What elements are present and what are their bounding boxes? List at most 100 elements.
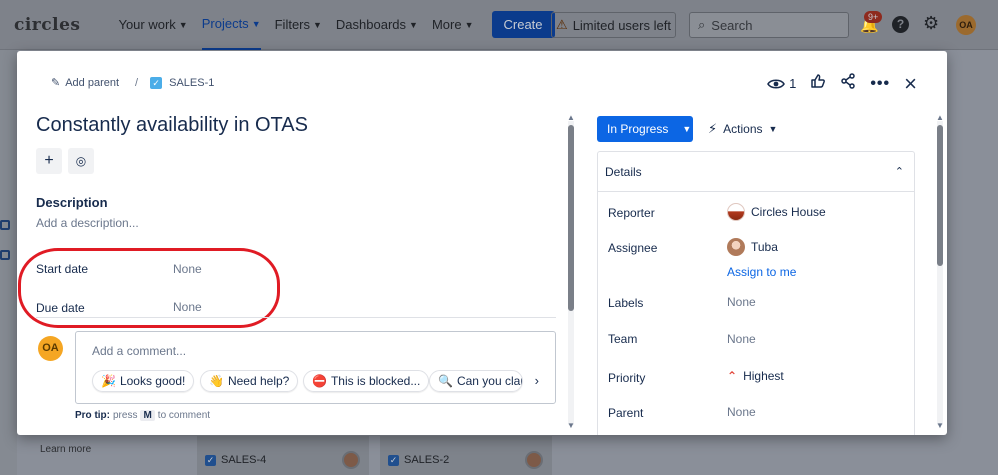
comment-placeholder: Add a comment...: [92, 344, 187, 358]
left-scrollbar[interactable]: ▲ ▼: [566, 113, 576, 433]
actions-dropdown[interactable]: ⚡ Actions ▼: [708, 121, 777, 137]
chip-label: This is blocked...: [330, 374, 421, 388]
scroll-thumb[interactable]: [937, 125, 943, 266]
app-logo[interactable]: circles: [14, 15, 80, 35]
scroll-thumb[interactable]: [568, 125, 574, 311]
status-label: In Progress: [607, 122, 669, 136]
wave-icon: 👋: [209, 374, 224, 388]
watch-button[interactable]: 1: [767, 76, 796, 91]
scroll-down-icon[interactable]: ▼: [567, 421, 575, 430]
protip-label: Pro tip:: [75, 410, 110, 421]
comment-input[interactable]: Add a comment... 🎉 Looks good! 👋 Need help…: [75, 331, 556, 404]
parent-value[interactable]: None: [727, 405, 756, 419]
calendar-icon: [0, 250, 10, 260]
avatar: [525, 451, 543, 469]
details-heading: Details: [605, 164, 642, 179]
project-sidebar: [0, 50, 17, 475]
watchers-count: 1: [789, 76, 797, 91]
breadcrumb: ✎ Add parent / ✓ SALES-1: [51, 76, 214, 89]
card-key: SALES-2: [404, 454, 450, 466]
like-icon[interactable]: [810, 73, 826, 94]
nav-more[interactable]: More ▼: [432, 0, 474, 50]
nav-projects[interactable]: Projects ▼: [201, 0, 261, 50]
chevron-down-icon: ▼: [313, 19, 322, 30]
board-card[interactable]: ✓ SALES-4: [205, 447, 360, 473]
more-options-icon[interactable]: •••: [870, 75, 890, 93]
team-value[interactable]: None: [727, 332, 756, 346]
priority-value[interactable]: ⌃ Highest: [727, 369, 784, 383]
labels-label: Labels: [608, 296, 644, 310]
nav-your-work[interactable]: Your work ▼: [118, 0, 187, 50]
assignee-value[interactable]: Tuba: [727, 238, 778, 256]
help-icon[interactable]: ?: [892, 16, 909, 33]
reporter-value[interactable]: Circles House: [727, 203, 826, 221]
chevron-down-icon: ▼: [682, 124, 692, 134]
pencil-icon: ✎: [51, 77, 61, 89]
assign-to-me-link[interactable]: Assign to me: [727, 265, 796, 279]
board-icon: [0, 220, 10, 230]
avatar: [727, 203, 745, 221]
close-icon[interactable]: ×: [904, 72, 917, 94]
add-icon[interactable]: +: [36, 148, 62, 174]
assignee-name: Tuba: [751, 240, 778, 254]
card-key: SALES-4: [221, 454, 267, 466]
chevron-right-icon[interactable]: ›: [535, 373, 539, 388]
magnifier-icon: 🔍: [438, 374, 453, 388]
quick-reply-blocked[interactable]: ⛔ This is blocked...: [303, 370, 430, 392]
chevron-down-icon: ▼: [409, 19, 418, 30]
scroll-down-icon[interactable]: ▼: [936, 421, 944, 430]
quick-reply-need-help[interactable]: 👋 Need help?: [200, 370, 299, 392]
parent-label: Parent: [608, 406, 644, 420]
task-check-icon: ✓: [150, 76, 163, 89]
quick-reply-clarify[interactable]: 🔍Can you clarify...?: [429, 370, 523, 392]
limited-users-button[interactable]: ⚠ Limited users left: [551, 12, 676, 38]
reporter-name: Circles House: [751, 205, 826, 219]
learn-more-link[interactable]: Learn more: [40, 444, 91, 455]
nav-label: Your work: [118, 17, 176, 32]
search-input[interactable]: ⌕ Search: [689, 12, 849, 38]
details-panel: Details ⌃ Reporter Circles House Assigne…: [597, 151, 915, 435]
search-placeholder: Search: [711, 17, 753, 33]
notifications-badge: 9+: [864, 11, 883, 23]
team-label: Team: [608, 332, 638, 346]
chevron-down-icon: ▼: [178, 19, 188, 30]
task-check-icon: ✓: [388, 454, 399, 466]
lightning-icon: ⚡: [708, 121, 718, 136]
nav-label: Filters: [274, 17, 310, 32]
quick-reply-looks-good[interactable]: 🎉 Looks good!: [92, 370, 195, 392]
breadcrumb-separator: /: [135, 76, 139, 89]
modal-actions: 1 ••• ×: [767, 72, 917, 94]
limited-users-label: Limited users left: [572, 17, 671, 33]
eye-icon: [767, 78, 786, 89]
create-button[interactable]: Create: [491, 11, 555, 38]
protip-press: press: [113, 410, 138, 421]
add-parent-link[interactable]: Add parent: [65, 77, 119, 89]
keyboard-key: M: [140, 410, 155, 421]
nav-filters[interactable]: Filters ▼: [275, 0, 322, 50]
status-dropdown[interactable]: In Progress ▼: [597, 116, 693, 142]
chevron-down-icon: ▼: [464, 19, 474, 30]
board-card[interactable]: ✓ SALES-2: [388, 447, 543, 473]
right-scrollbar[interactable]: ▲ ▼: [935, 113, 945, 433]
labels-value[interactable]: None: [727, 295, 756, 309]
chevron-down-icon: ▼: [251, 18, 261, 29]
pro-tip: Pro tip: press M to comment: [75, 410, 210, 421]
user-avatar[interactable]: OA: [956, 15, 976, 35]
priority-name: Highest: [743, 369, 784, 383]
gear-icon[interactable]: ⚙: [923, 13, 939, 34]
party-icon: 🎉: [101, 374, 116, 388]
issue-title[interactable]: Constantly availability in OTAS: [36, 114, 308, 137]
issue-modal: ✎ Add parent / ✓ SALES-1 1 ••• × Constan…: [17, 51, 947, 435]
details-header[interactable]: Details ⌃: [598, 152, 914, 192]
chip-label: Can you clarify...?: [456, 374, 522, 388]
apps-icon[interactable]: ◎: [68, 148, 94, 174]
description-field[interactable]: Add a description...: [36, 216, 139, 230]
nav-dashboards[interactable]: Dashboards ▼: [336, 0, 418, 50]
nav-label: More: [431, 17, 462, 32]
warning-icon: ⚠: [556, 17, 568, 32]
avatar: [342, 451, 360, 469]
search-icon: ⌕: [698, 17, 706, 32]
chevron-down-icon: ▼: [768, 124, 778, 134]
share-icon[interactable]: [840, 73, 856, 94]
issue-key-link[interactable]: SALES-1: [169, 77, 214, 89]
